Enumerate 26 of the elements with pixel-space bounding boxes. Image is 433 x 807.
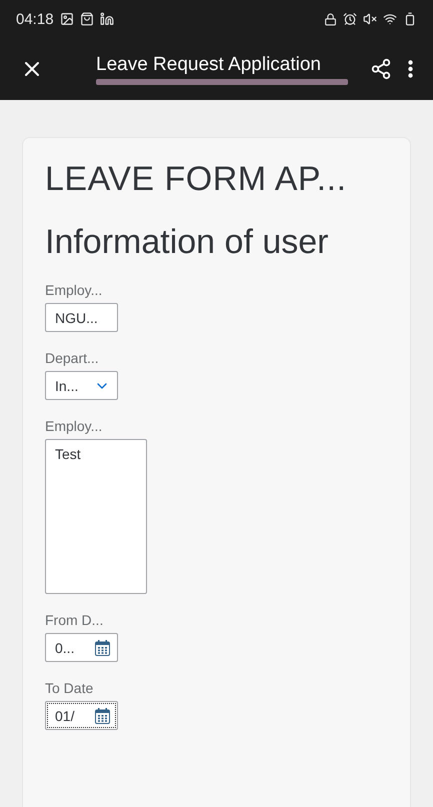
lock-icon bbox=[324, 12, 337, 26]
dropdown[interactable]: In... bbox=[45, 371, 118, 400]
linkedin-icon bbox=[100, 12, 114, 26]
battery-icon bbox=[403, 12, 417, 26]
field-label: To Date bbox=[45, 680, 94, 696]
field-label: From D... bbox=[45, 612, 104, 628]
field-label: Employ... bbox=[45, 418, 104, 434]
share-icon bbox=[370, 58, 392, 80]
page-title: Leave Request Application bbox=[96, 54, 322, 76]
input-field[interactable]: NGU... bbox=[45, 303, 118, 332]
date-field[interactable]: 0... bbox=[45, 633, 118, 662]
date-field[interactable]: 01/ bbox=[45, 701, 118, 730]
status-time: 04:18 bbox=[16, 10, 54, 28]
alarm-icon bbox=[343, 12, 357, 26]
image-icon bbox=[60, 12, 74, 26]
mute-icon bbox=[363, 12, 377, 26]
calendar-icon bbox=[95, 640, 110, 656]
field-label: Employ... bbox=[45, 282, 104, 298]
form-title: LEAVE FORM AP... bbox=[45, 160, 348, 199]
text-area[interactable]: Test bbox=[45, 439, 147, 594]
calendar-icon bbox=[95, 708, 110, 724]
wifi-icon bbox=[383, 12, 397, 26]
section-title: Information of user bbox=[45, 223, 330, 262]
bag-icon bbox=[80, 12, 94, 26]
field-label: Depart... bbox=[45, 350, 100, 366]
menu-icon bbox=[408, 60, 413, 78]
